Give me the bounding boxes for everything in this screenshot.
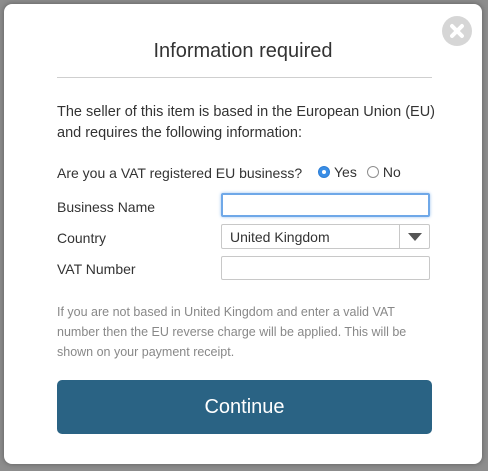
- continue-button[interactable]: Continue: [57, 380, 432, 434]
- title-divider: [57, 77, 432, 78]
- country-label: Country: [57, 230, 107, 246]
- chevron-down-icon: [408, 233, 422, 241]
- vat-no-option[interactable]: No: [366, 164, 401, 180]
- business-name-input[interactable]: [221, 193, 430, 217]
- vat-radio-group: Yes No: [318, 164, 411, 180]
- reverse-charge-note: If you are not based in United Kingdom a…: [57, 305, 407, 359]
- vat-yes-radio[interactable]: [318, 166, 330, 178]
- vat-number-label: VAT Number: [57, 261, 136, 277]
- country-select[interactable]: United Kingdom: [221, 224, 430, 249]
- country-selected-value: United Kingdom: [230, 229, 330, 245]
- country-dropdown-toggle[interactable]: [399, 225, 429, 248]
- vat-yes-label: Yes: [334, 164, 357, 180]
- dialog-title: Information required: [153, 40, 333, 62]
- business-name-label: Business Name: [57, 199, 156, 215]
- vat-no-radio[interactable]: [366, 166, 379, 178]
- intro-text: The seller of this item is based in the …: [57, 104, 435, 141]
- information-required-dialog: Information required The seller of this …: [4, 4, 482, 464]
- vat-question-label: Are you a VAT registered EU business?: [57, 165, 303, 181]
- vat-no-label: No: [382, 164, 401, 180]
- vat-number-input[interactable]: [221, 256, 430, 280]
- vat-yes-option[interactable]: Yes: [318, 164, 357, 180]
